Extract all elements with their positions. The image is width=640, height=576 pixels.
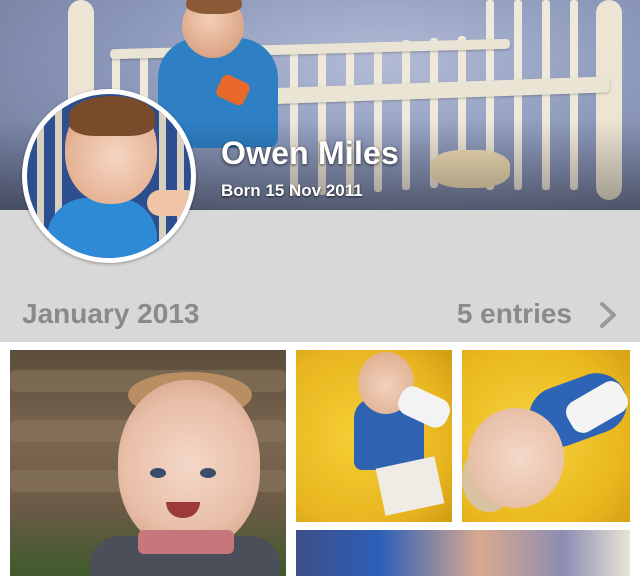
- profile-avatar[interactable]: [22, 89, 196, 263]
- avatar-crib-bar: [159, 94, 166, 258]
- avatar-arm: [147, 190, 191, 216]
- avatar-hair: [69, 96, 155, 136]
- cover-baby-hair: [186, 0, 242, 14]
- chevron-right-icon[interactable]: [596, 300, 620, 330]
- photo-baby-face: [118, 380, 260, 550]
- photo-baby-eye: [200, 468, 216, 478]
- photo-grid: [0, 342, 640, 576]
- photo-thumbnail[interactable]: [296, 350, 452, 522]
- photo-baby-eye: [150, 468, 166, 478]
- photo-baby-collar: [138, 530, 234, 554]
- photo-thumbnail[interactable]: [296, 530, 630, 576]
- photo-thumbnail[interactable]: [10, 350, 286, 576]
- avatar-crib-bar: [177, 94, 184, 258]
- profile-birthdate: Born 15 Nov 2011: [221, 181, 363, 200]
- avatar-crib-bar: [37, 94, 44, 258]
- profile-name: Owen Miles: [221, 135, 400, 171]
- photo-baby-head: [468, 408, 564, 508]
- photo-thumbnail[interactable]: [462, 350, 630, 522]
- avatar-shirt: [47, 198, 157, 258]
- entries-count: 5 entries: [456, 298, 572, 329]
- month-header[interactable]: January 2013 5 entries: [0, 290, 640, 340]
- month-label: January 2013: [22, 298, 200, 329]
